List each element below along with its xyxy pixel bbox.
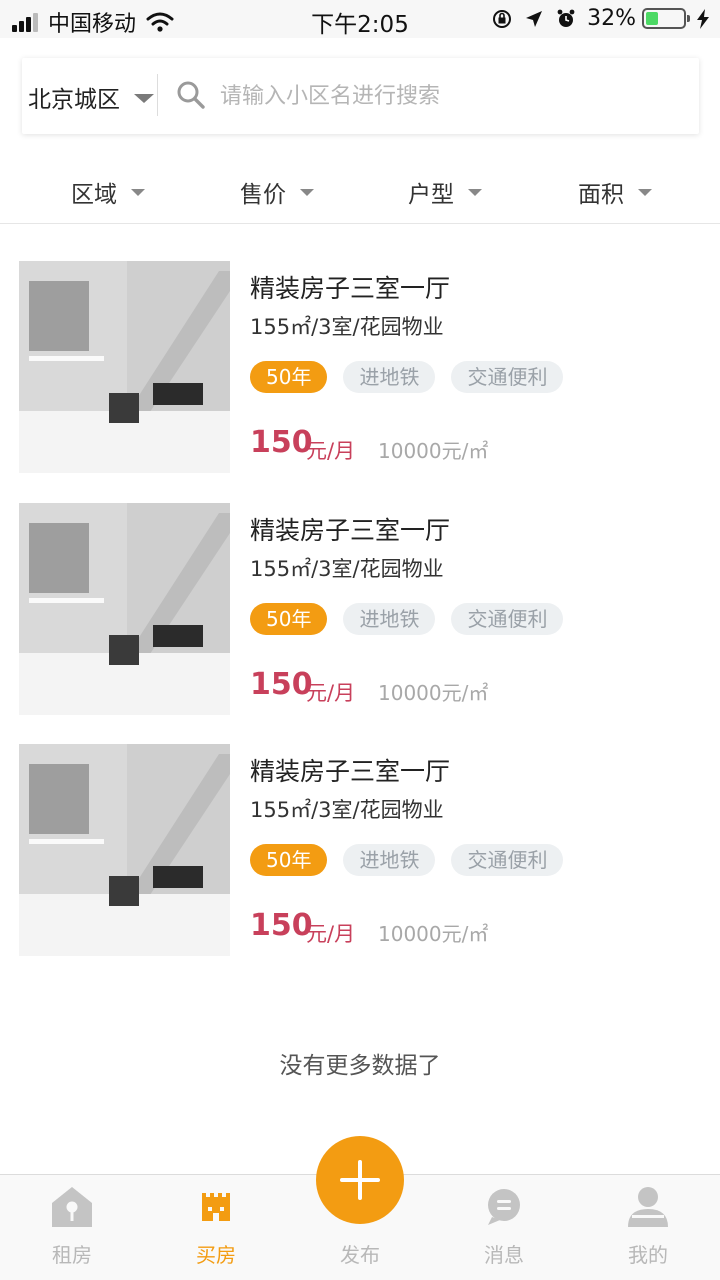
listing-price: 150 xyxy=(250,908,313,943)
plus-icon xyxy=(340,1160,380,1200)
orientation-lock-icon xyxy=(493,9,512,28)
listing-tags: 50年 进地铁 交通便利 xyxy=(250,361,579,393)
tag-badge: 交通便利 xyxy=(451,361,564,393)
caret-down-icon xyxy=(300,188,314,196)
divider xyxy=(157,74,158,116)
tag-badge: 进地铁 xyxy=(343,361,436,393)
filter-region[interactable]: 区域 xyxy=(71,176,145,208)
listing-photo xyxy=(19,261,230,473)
listing-unit-price: 10000元/㎡ xyxy=(378,922,489,946)
tab-label: 我的 xyxy=(628,1243,668,1267)
tab-profile[interactable]: 我的 xyxy=(576,1175,720,1280)
listing-price-unit: 元/月 xyxy=(306,439,356,463)
listing-price: 150 xyxy=(250,667,313,702)
battery-icon xyxy=(642,8,690,29)
tag-badge: 交通便利 xyxy=(451,844,564,876)
tag-badge: 50年 xyxy=(250,361,328,393)
filter-layout[interactable]: 户型 xyxy=(408,176,482,208)
tag-badge: 50年 xyxy=(250,844,328,876)
filter-label: 户型 xyxy=(408,182,454,208)
alarm-clock-icon xyxy=(557,9,575,27)
listing-title: 精装房子三室一厅 xyxy=(250,516,451,545)
tab-label: 消息 xyxy=(484,1243,524,1267)
user-icon xyxy=(628,1187,668,1227)
tab-label: 发布 xyxy=(340,1243,380,1267)
tag-badge: 进地铁 xyxy=(343,844,436,876)
listing-title: 精装房子三室一厅 xyxy=(250,757,451,786)
listing-spec: 155㎡/3室/花园物业 xyxy=(250,315,444,339)
battery-level xyxy=(646,12,658,25)
charging-bolt-icon xyxy=(697,8,709,29)
listing-photo xyxy=(19,744,230,956)
filter-price[interactable]: 售价 xyxy=(240,176,314,208)
house-key-icon xyxy=(52,1187,92,1227)
publish-button[interactable] xyxy=(316,1136,404,1224)
filter-bar: 区域 售价 户型 面积 xyxy=(0,160,720,224)
listing-card[interactable]: 精装房子三室一厅 155㎡/3室/花园物业 50年 进地铁 交通便利 150 元… xyxy=(0,503,720,715)
tab-messages[interactable]: 消息 xyxy=(432,1175,576,1280)
caret-down-icon xyxy=(131,188,145,196)
city-selector[interactable]: 北京城区 xyxy=(28,80,120,114)
listing-spec: 155㎡/3室/花园物业 xyxy=(250,798,444,822)
end-of-list-text: 没有更多数据了 xyxy=(279,1053,441,1079)
listing-photo xyxy=(19,503,230,715)
search-icon xyxy=(177,81,205,109)
listing-unit-price: 10000元/㎡ xyxy=(378,439,489,463)
chat-bubble-icon xyxy=(488,1189,520,1225)
tag-badge: 进地铁 xyxy=(343,603,436,635)
listing-price: 150 xyxy=(250,425,313,460)
listing-price-unit: 元/月 xyxy=(306,922,356,946)
tab-buy[interactable]: 买房 xyxy=(144,1175,288,1280)
listing-price-unit: 元/月 xyxy=(306,681,356,705)
tag-badge: 交通便利 xyxy=(451,603,564,635)
caret-down-icon xyxy=(468,188,482,196)
tab-rent[interactable]: 租房 xyxy=(0,1175,144,1280)
filter-label: 区域 xyxy=(71,182,117,208)
listing-card[interactable]: 精装房子三室一厅 155㎡/3室/花园物业 50年 进地铁 交通便利 150 元… xyxy=(0,744,720,956)
tab-label: 租房 xyxy=(52,1243,92,1267)
filter-area[interactable]: 面积 xyxy=(578,176,652,208)
location-arrow-icon xyxy=(526,10,543,27)
listing-unit-price: 10000元/㎡ xyxy=(378,681,489,705)
listing-tags: 50年 进地铁 交通便利 xyxy=(250,603,579,635)
filter-label: 面积 xyxy=(578,182,624,208)
listing-card[interactable]: 精装房子三室一厅 155㎡/3室/花园物业 50年 进地铁 交通便利 150 元… xyxy=(0,261,720,473)
search-input[interactable] xyxy=(220,76,680,116)
battery-percent: 32% xyxy=(587,6,636,31)
listing-tags: 50年 进地铁 交通便利 xyxy=(250,844,579,876)
building-icon xyxy=(202,1193,230,1221)
search-bar: 北京城区 xyxy=(22,58,699,134)
tab-label: 买房 xyxy=(196,1243,236,1267)
caret-down-icon[interactable] xyxy=(134,94,154,103)
caret-down-icon xyxy=(638,188,652,196)
listing-spec: 155㎡/3室/花园物业 xyxy=(250,557,444,581)
status-bar: 中国移动 下午2:05 32% xyxy=(0,0,720,38)
listing-title: 精装房子三室一厅 xyxy=(250,274,451,303)
tag-badge: 50年 xyxy=(250,603,328,635)
filter-label: 售价 xyxy=(240,182,286,208)
